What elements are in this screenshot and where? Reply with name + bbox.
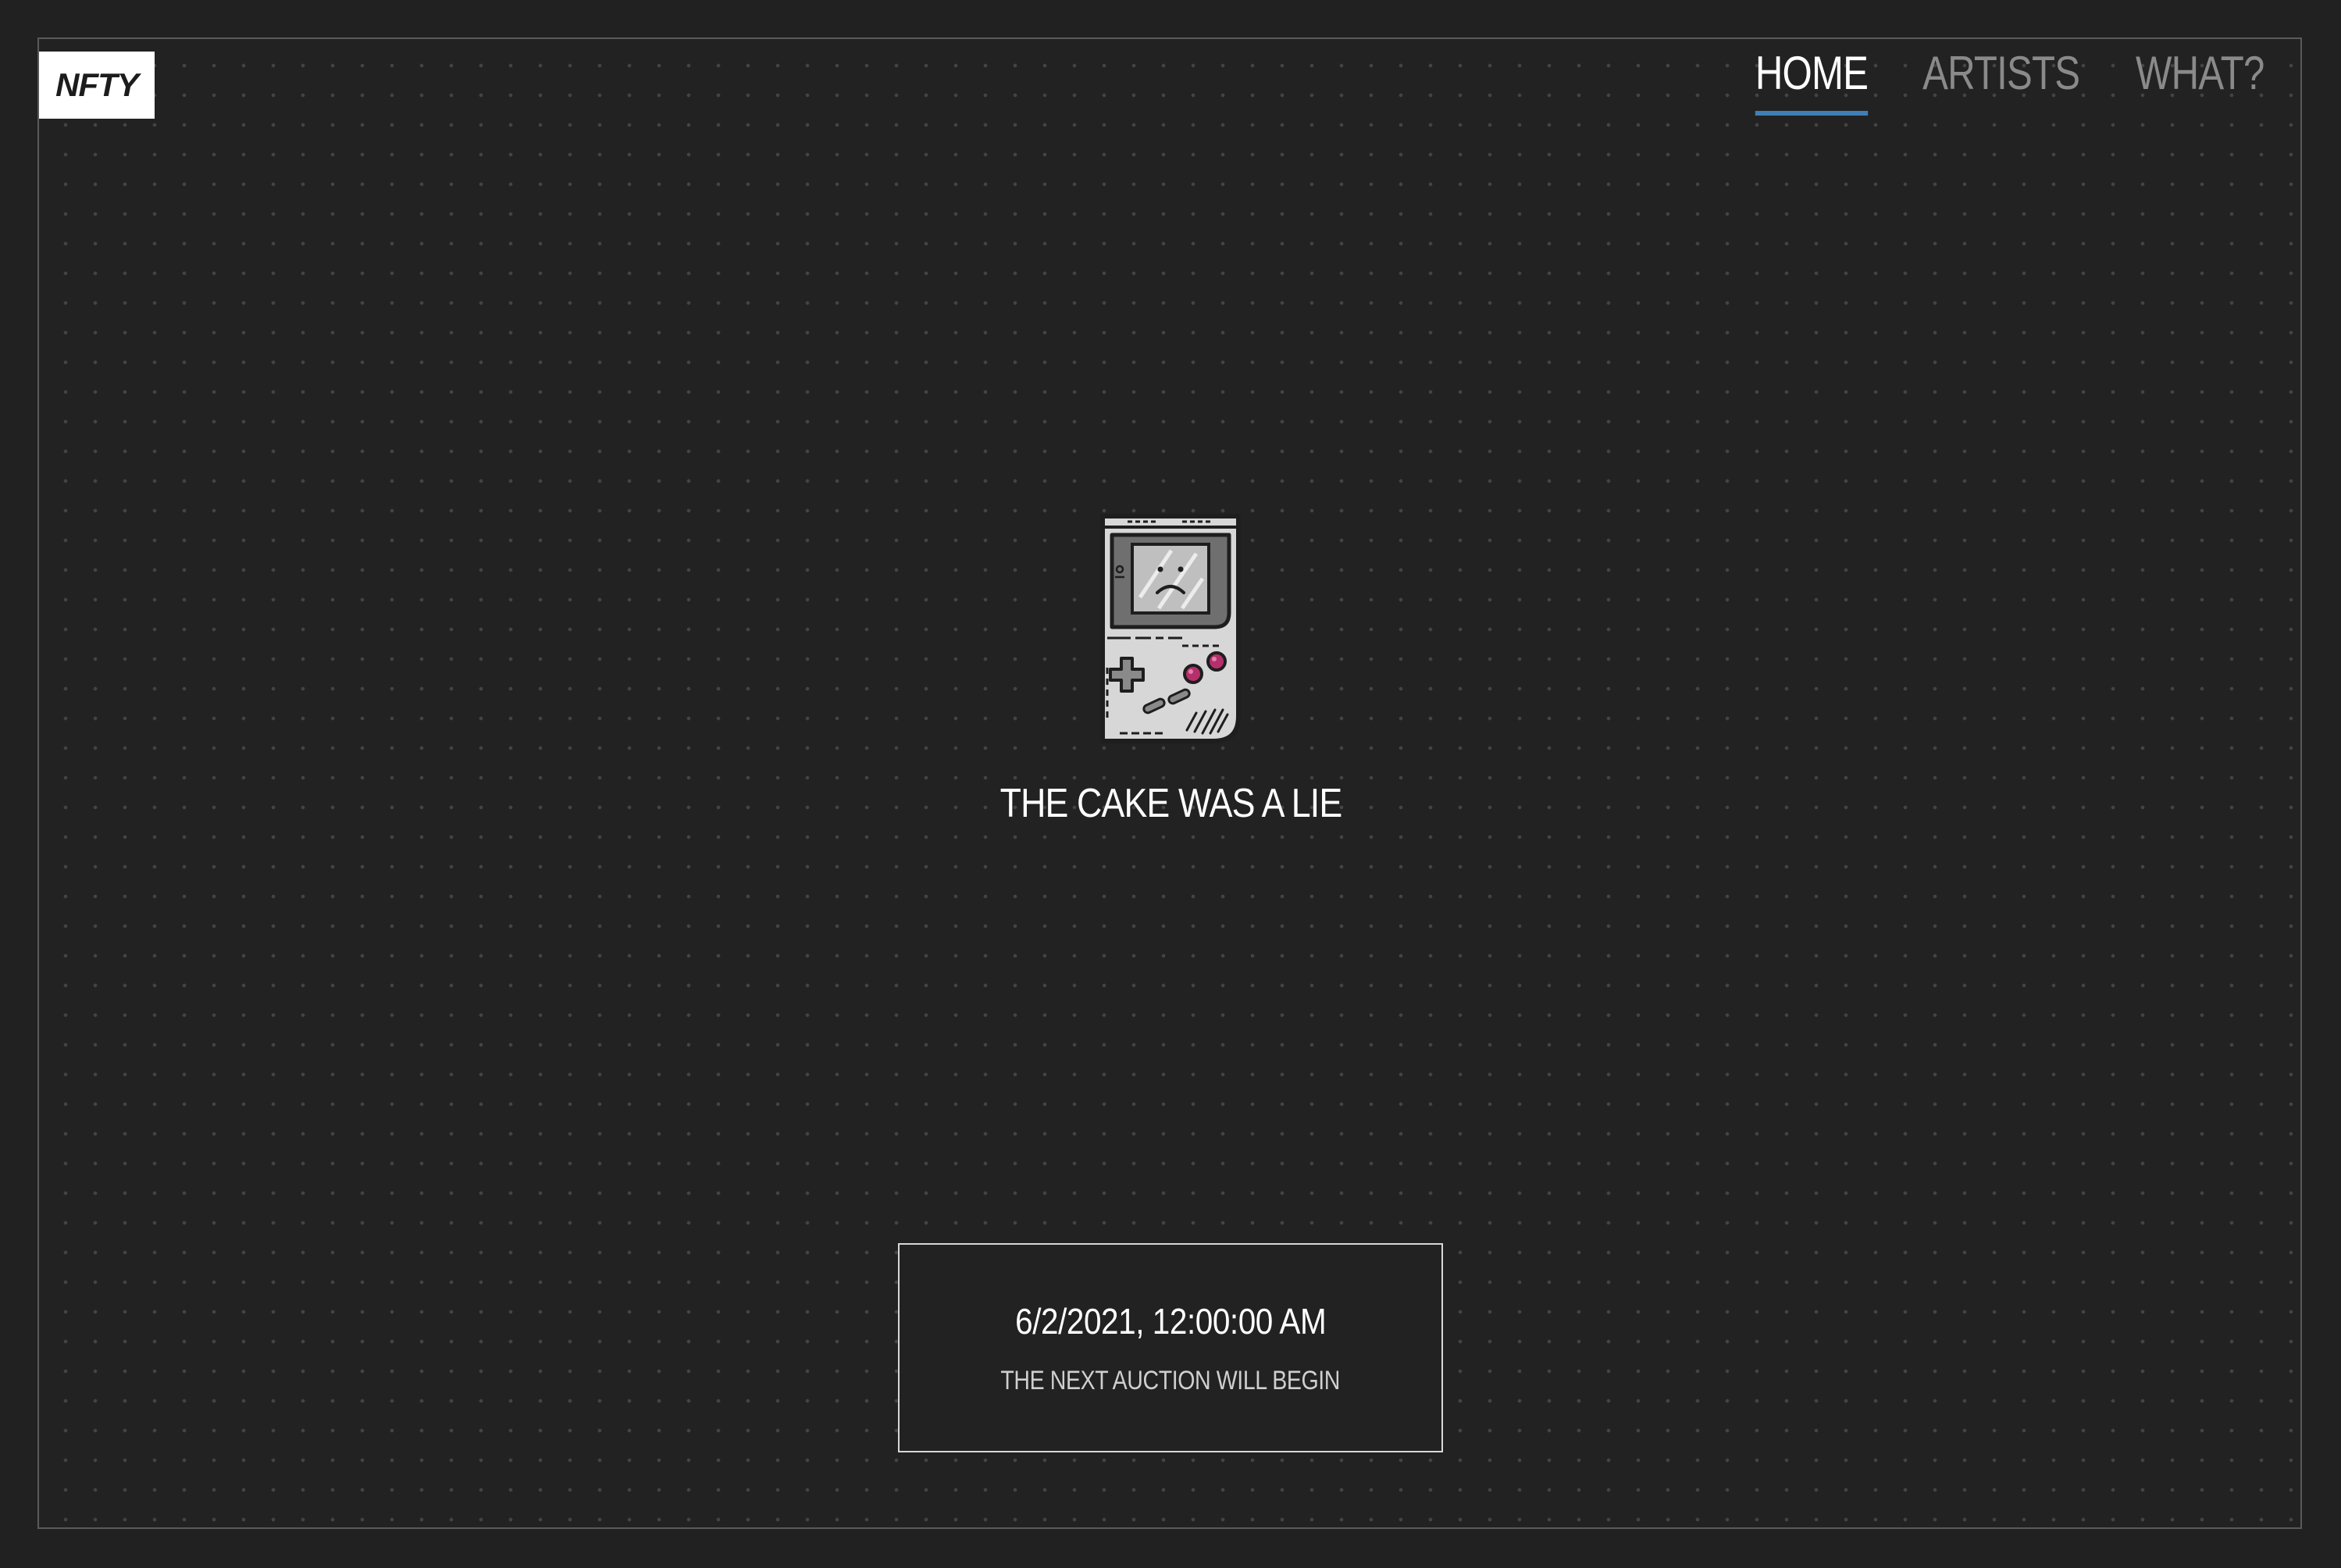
page: NFTY HOME ARTISTS WHAT? THE CAKE WAS A L… (0, 0, 2341, 1568)
main-nav: HOME ARTISTS WHAT? (1743, 50, 2279, 116)
hero: THE CAKE WAS A LIE (0, 511, 2341, 827)
auction-datetime: 6/2/2021, 12:00:00 AM (1014, 1300, 1327, 1342)
nav-item-home[interactable]: HOME (1755, 50, 1869, 116)
logo-text: NFTY (55, 66, 139, 103)
hero-caption: THE CAKE WAS A LIE (999, 781, 1342, 826)
auction-countdown-box: 6/2/2021, 12:00:00 AM THE NEXT AUCTION W… (898, 1243, 1443, 1452)
gameboy-sad-icon (1100, 514, 1241, 743)
auction-label: THE NEXT AUCTION WILL BEGIN (1000, 1365, 1341, 1395)
nav-item-what[interactable]: WHAT? (2136, 50, 2265, 116)
nav-item-artists[interactable]: ARTISTS (1922, 50, 2080, 116)
logo-button[interactable]: NFTY (39, 52, 155, 119)
